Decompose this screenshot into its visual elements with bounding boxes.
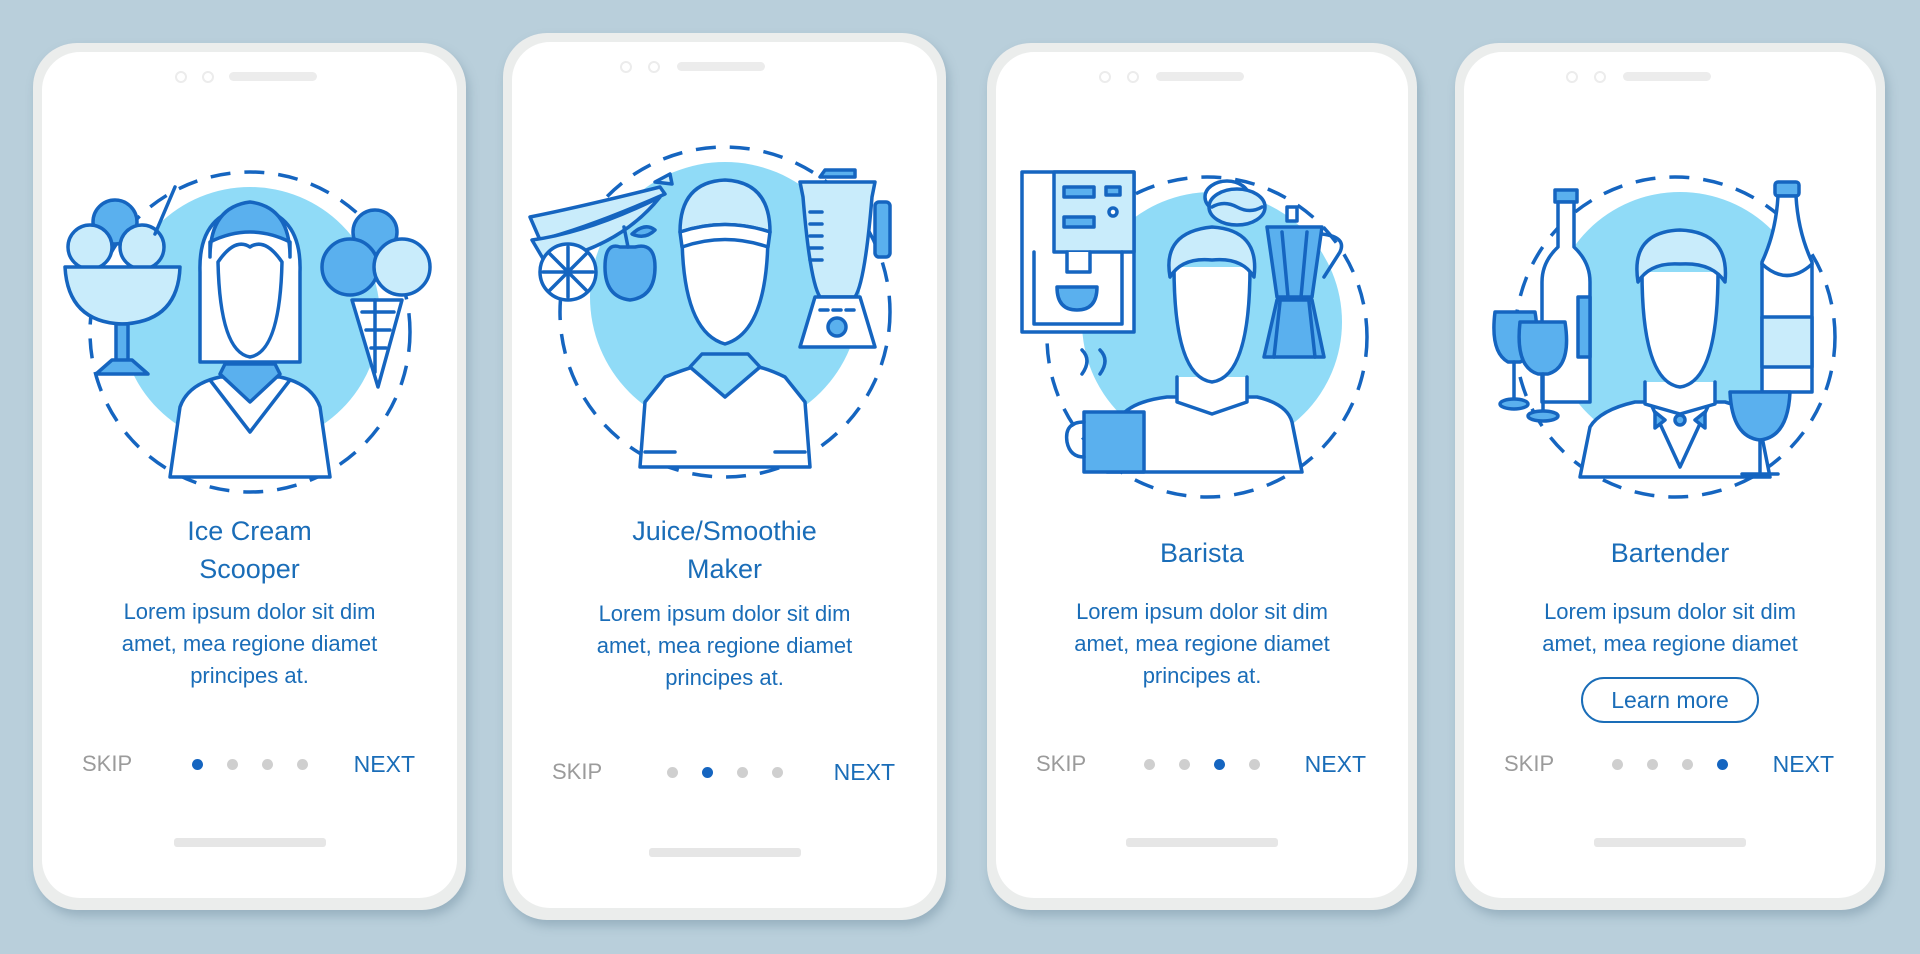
phone-display: Bartender Lorem ipsum dolor sit dim amet… xyxy=(1464,52,1876,898)
home-indicator xyxy=(1126,838,1278,847)
skip-button[interactable]: SKIP xyxy=(82,746,132,782)
coffee-machine-icon xyxy=(1020,170,1136,334)
screen-title: Ice Cream Scooper xyxy=(42,512,457,588)
camera-dot xyxy=(1594,71,1606,83)
speaker-grille xyxy=(1156,72,1244,81)
home-indicator xyxy=(173,838,326,847)
description-line: principes at. xyxy=(190,663,309,688)
camera-dot xyxy=(620,61,632,73)
title-line: Barista xyxy=(1159,538,1245,568)
page-dot-4[interactable] xyxy=(771,767,783,778)
skip-button[interactable]: SKIP xyxy=(1036,746,1086,782)
page-dot-3-active[interactable] xyxy=(1214,759,1225,770)
page-dot-2[interactable] xyxy=(1647,759,1658,770)
description-line: Lorem ipsum dolor sit dim xyxy=(1544,599,1796,624)
description-line: amet, mea regione diamet xyxy=(1542,631,1798,656)
juice-smoothie-maker-illustration xyxy=(512,122,937,492)
screen-description: Lorem ipsum dolor sit dim amet, mea regi… xyxy=(72,596,427,692)
skip-button[interactable]: SKIP xyxy=(552,754,602,790)
speaker-grille xyxy=(1623,72,1711,81)
next-button[interactable]: NEXT xyxy=(1773,746,1834,782)
screen-description: Lorem ipsum dolor sit dim amet, mea regi… xyxy=(1494,596,1846,660)
title-line: Bartender xyxy=(1610,538,1730,568)
phone-screen-juice-smoothie-maker: Juice/Smoothie Maker Lorem ipsum dolor s… xyxy=(503,33,946,920)
description-line: amet, mea regione diamet xyxy=(596,633,853,658)
camera-dot xyxy=(648,61,660,73)
page-indicator xyxy=(1612,759,1728,770)
page-dot-4-active[interactable] xyxy=(1717,759,1728,770)
page-dot-1[interactable] xyxy=(666,767,678,778)
screen-title: Juice/Smoothie Maker xyxy=(512,512,937,588)
home-indicator xyxy=(1594,838,1746,847)
page-dot-3[interactable] xyxy=(736,767,748,778)
phone-screen-ice-cream-scooper: Ice Cream Scooper Lorem ipsum dolor sit … xyxy=(33,43,466,910)
page-dot-3[interactable] xyxy=(1682,759,1693,770)
screen-description: Lorem ipsum dolor sit dim amet, mea regi… xyxy=(542,598,907,694)
home-indicator xyxy=(648,848,801,857)
wine-glasses-icon xyxy=(1492,310,1569,423)
phone-display: Ice Cream Scooper Lorem ipsum dolor sit … xyxy=(42,52,457,898)
page-indicator xyxy=(666,767,783,778)
onboarding-footer: SKIP NEXT xyxy=(996,746,1408,782)
page-indicator xyxy=(191,759,308,770)
speaker-grille xyxy=(677,62,765,71)
page-dot-2[interactable] xyxy=(1179,759,1190,770)
description-line: amet, mea regione diamet xyxy=(121,631,378,656)
ice-cream-scooper-illustration xyxy=(42,152,457,502)
description-line: Lorem ipsum dolor sit dim xyxy=(1076,599,1328,624)
screen-title: Bartender xyxy=(1464,534,1876,572)
phone-screen-barista: Barista Lorem ipsum dolor sit dim amet, … xyxy=(987,43,1417,910)
camera-dot xyxy=(1099,71,1111,83)
screen-title: Barista xyxy=(996,534,1408,572)
camera-dot xyxy=(202,71,214,83)
next-button[interactable]: NEXT xyxy=(834,754,895,790)
speaker-grille xyxy=(229,72,317,81)
onboarding-footer: SKIP NEXT xyxy=(512,754,937,790)
next-button[interactable]: NEXT xyxy=(354,746,415,782)
coffee-beans-icon xyxy=(1203,179,1267,227)
description-line: Lorem ipsum dolor sit dim xyxy=(123,599,376,624)
page-dot-4[interactable] xyxy=(1249,759,1260,770)
description-line: Lorem ipsum dolor sit dim xyxy=(598,601,851,626)
description-line: principes at. xyxy=(1142,663,1262,688)
skip-button[interactable]: SKIP xyxy=(1504,746,1554,782)
onboarding-footer: SKIP NEXT xyxy=(1464,746,1876,782)
page-dot-2-active[interactable] xyxy=(701,767,713,778)
blender-icon xyxy=(797,168,892,349)
title-line: Maker xyxy=(686,554,762,584)
page-dot-1[interactable] xyxy=(1144,759,1155,770)
onboarding-footer: SKIP NEXT xyxy=(42,746,457,782)
title-line: Ice Cream xyxy=(187,516,312,546)
bartender-illustration xyxy=(1464,152,1876,502)
description-line: amet, mea regione diamet xyxy=(1074,631,1330,656)
page-dot-1[interactable] xyxy=(1612,759,1623,770)
page-dot-2[interactable] xyxy=(226,759,238,770)
phone-display: Barista Lorem ipsum dolor sit dim amet, … xyxy=(996,52,1408,898)
page-dot-4[interactable] xyxy=(296,759,308,770)
description-line: principes at. xyxy=(665,665,784,690)
barista-illustration xyxy=(996,152,1408,502)
learn-more-button[interactable]: Learn more xyxy=(1581,677,1759,723)
champagne-bottle-icon xyxy=(1760,180,1814,394)
page-dot-1-active[interactable] xyxy=(191,759,203,770)
camera-dot xyxy=(1566,71,1578,83)
screen-description: Lorem ipsum dolor sit dim amet, mea regi… xyxy=(1026,596,1378,692)
camera-dot xyxy=(175,71,187,83)
page-indicator xyxy=(1144,759,1260,770)
phone-display: Juice/Smoothie Maker Lorem ipsum dolor s… xyxy=(512,42,937,908)
title-line: Scooper xyxy=(199,554,300,584)
page-dot-3[interactable] xyxy=(261,759,273,770)
phone-screen-bartender: Bartender Lorem ipsum dolor sit dim amet… xyxy=(1455,43,1885,910)
title-line: Juice/Smoothie xyxy=(632,516,817,546)
next-button[interactable]: NEXT xyxy=(1305,746,1366,782)
camera-dot xyxy=(1127,71,1139,83)
